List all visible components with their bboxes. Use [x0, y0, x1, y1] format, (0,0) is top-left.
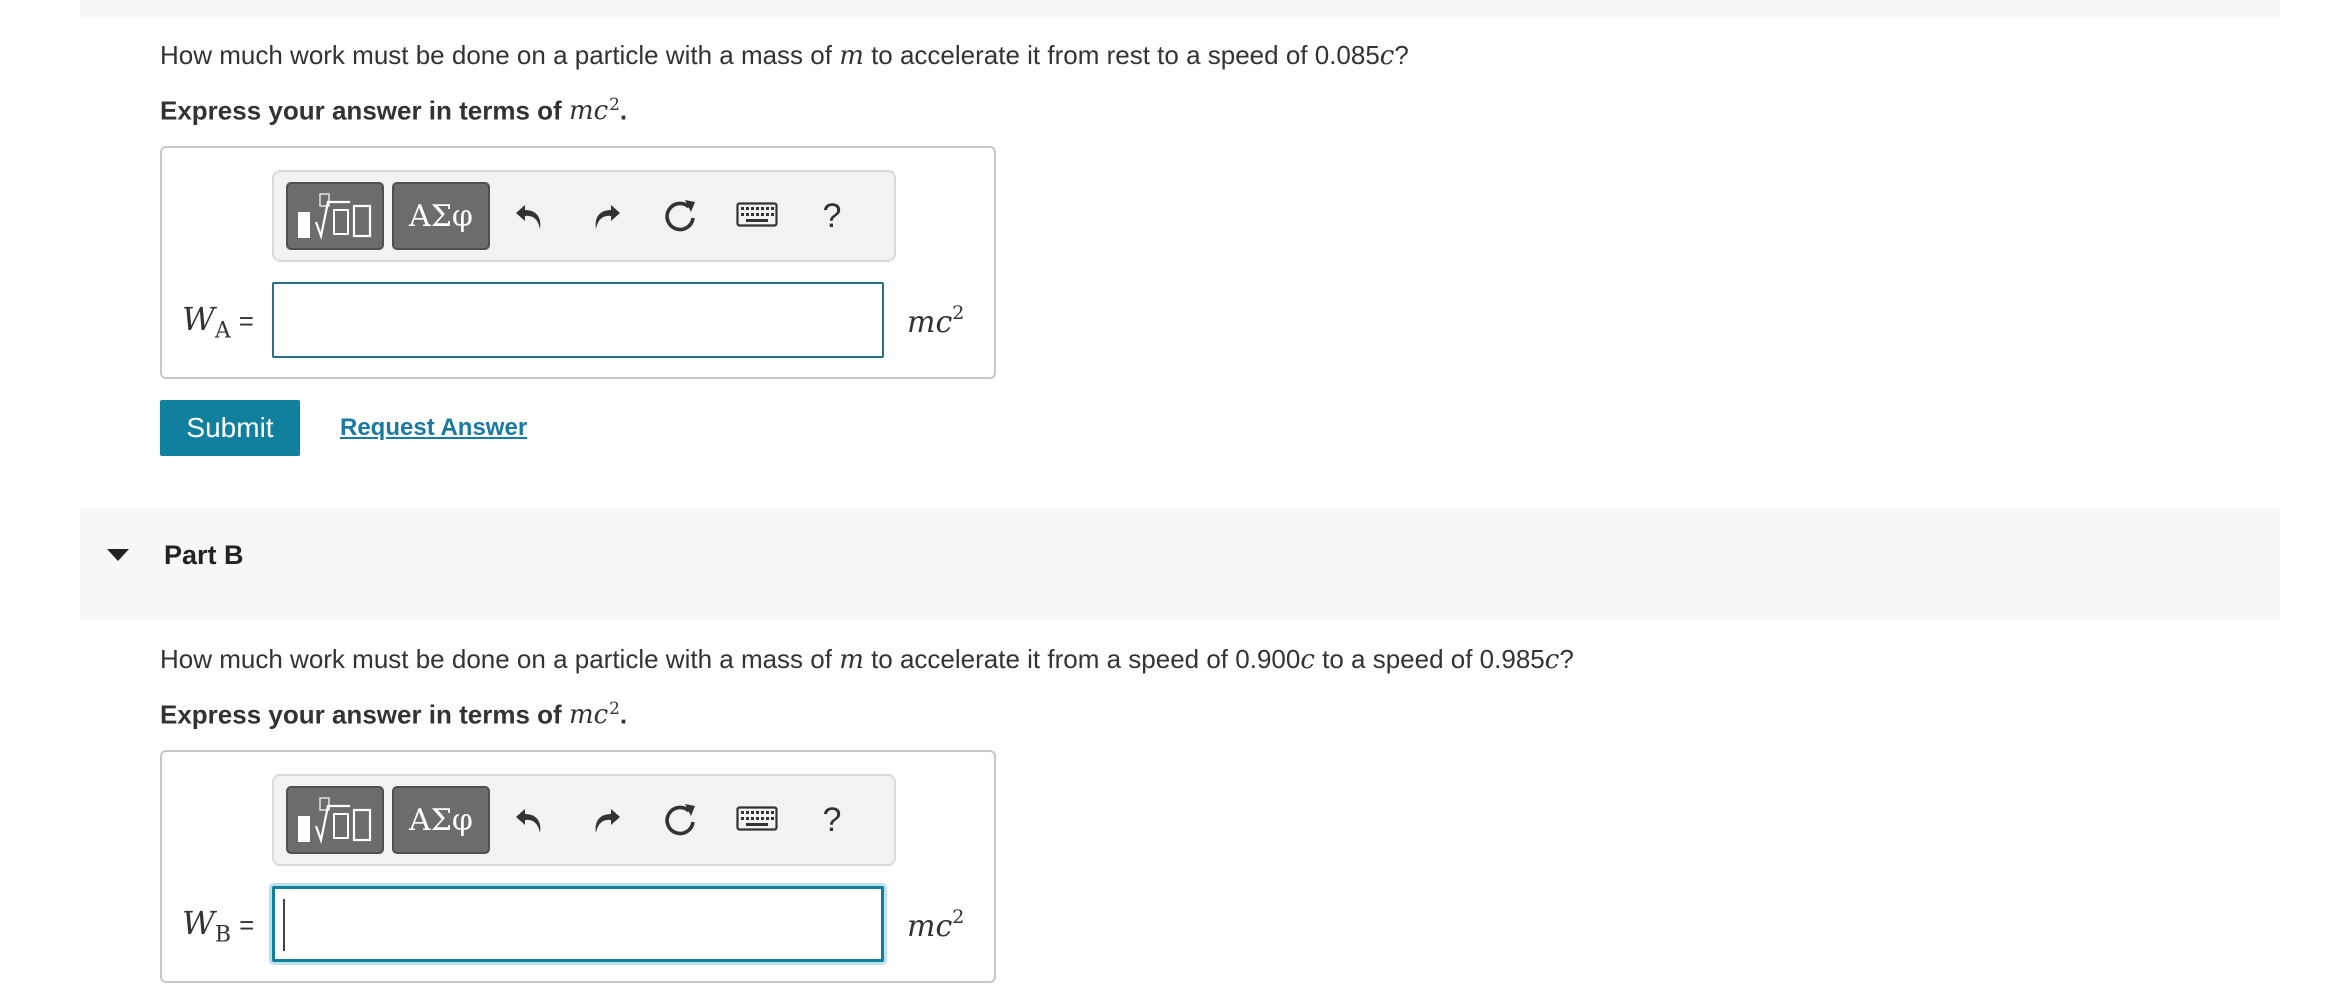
undo-icon	[516, 809, 541, 833]
templates-button[interactable]	[286, 786, 384, 854]
part-a-answer-box: ΑΣφ ? WA = mc2	[160, 146, 996, 379]
reset-icon	[665, 804, 695, 836]
keyboard-icon	[736, 202, 778, 227]
greek-symbols-icon: ΑΣφ	[409, 802, 473, 838]
greek-symbols-button[interactable]: ΑΣφ	[392, 182, 490, 250]
part-a-answer-input[interactable]	[272, 282, 884, 358]
request-answer-link[interactable]: Request Answer	[340, 414, 527, 442]
redo-button[interactable]	[584, 186, 628, 246]
part-b-unit-label: mc2	[907, 906, 965, 944]
collapse-triangle-icon[interactable]	[107, 549, 129, 561]
part-a-header-band	[80, 0, 2280, 18]
redo-button[interactable]	[584, 790, 628, 850]
part-b-answer-box: ΑΣφ ? WB = mc2	[160, 750, 996, 983]
part-a-math-toolbar: ΑΣφ ?	[272, 170, 896, 262]
part-b-instruction: Express your answer in terms of mc2.	[160, 698, 628, 731]
reset-button[interactable]	[659, 186, 703, 246]
greek-symbols-icon: ΑΣφ	[409, 198, 473, 234]
part-a-instruction: Express your answer in terms of mc2.	[160, 94, 628, 127]
part-b-answer-input[interactable]	[272, 886, 884, 962]
reset-icon	[665, 200, 695, 232]
help-icon: ?	[822, 196, 842, 235]
part-b-variable-label: WB =	[182, 904, 255, 948]
part-a-variable-label: WA =	[182, 300, 254, 344]
part-a-question: How much work must be done on a particle…	[160, 40, 1409, 71]
keyboard-icon	[736, 806, 778, 831]
redo-icon	[595, 809, 620, 833]
part-b-math-toolbar: ΑΣφ ?	[272, 774, 896, 866]
keyboard-button[interactable]	[734, 186, 780, 246]
templates-icon	[298, 797, 372, 845]
help-button[interactable]: ?	[810, 186, 854, 246]
greek-symbols-button[interactable]: ΑΣφ	[392, 786, 490, 854]
part-b-title: Part B	[164, 540, 244, 570]
part-b-header[interactable]	[80, 508, 2280, 620]
undo-button[interactable]	[508, 790, 552, 850]
templates-button[interactable]	[286, 182, 384, 250]
help-button[interactable]: ?	[810, 790, 854, 850]
text-caret	[283, 899, 285, 951]
undo-button[interactable]	[508, 186, 552, 246]
keyboard-button[interactable]	[734, 790, 780, 850]
templates-icon	[298, 193, 372, 241]
submit-button[interactable]: Submit	[160, 400, 300, 456]
undo-icon	[516, 205, 541, 229]
redo-icon	[595, 205, 620, 229]
help-icon: ?	[822, 800, 842, 839]
part-b-question: How much work must be done on a particle…	[160, 644, 1574, 675]
reset-button[interactable]	[659, 790, 703, 850]
part-a-unit-label: mc2	[907, 302, 965, 340]
